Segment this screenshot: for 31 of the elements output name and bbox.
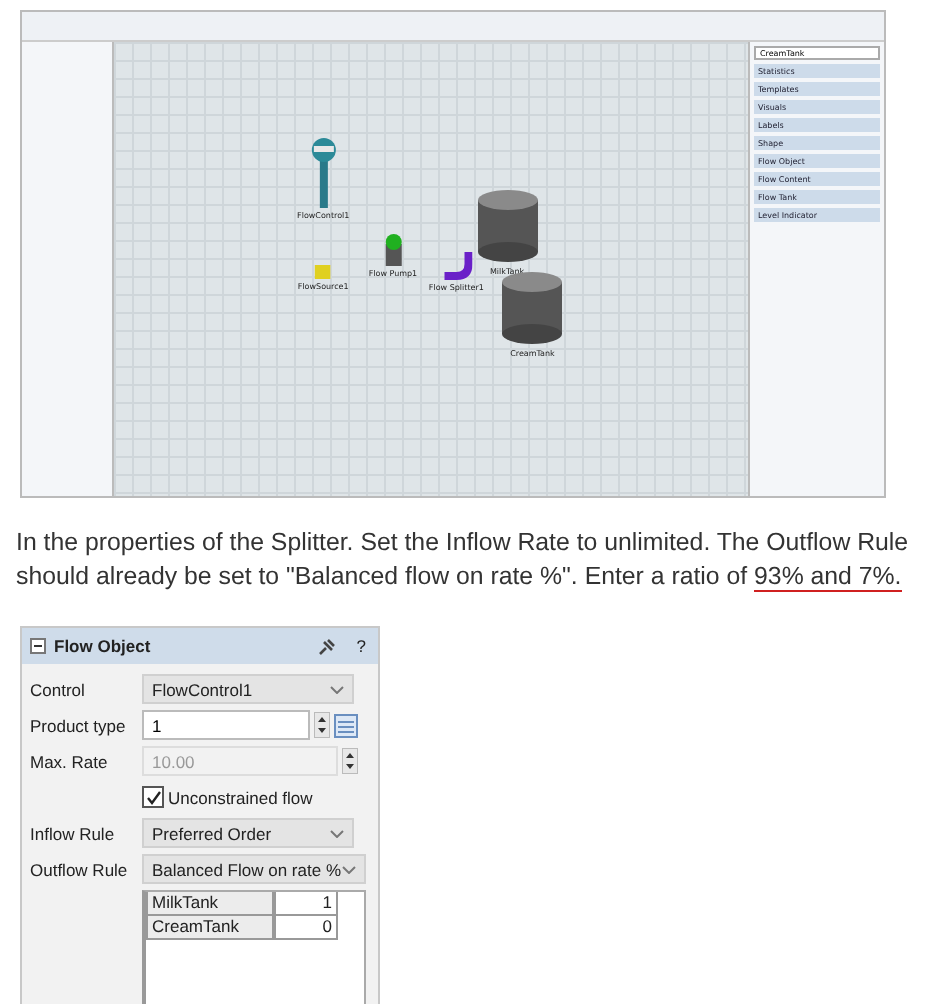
pump-icon <box>382 233 403 266</box>
checkbox[interactable] <box>142 786 164 808</box>
spinner-arrows-icon[interactable] <box>314 712 330 738</box>
splitter-pipe-icon <box>440 247 473 279</box>
chevron-down-icon <box>330 829 344 837</box>
collapse-icon[interactable] <box>30 638 46 654</box>
dropdown[interactable]: Balanced Flow on rate % <box>142 854 365 884</box>
table-cell[interactable]: 0 <box>274 916 338 940</box>
spinner-arrows-icon[interactable] <box>342 748 358 774</box>
number-field[interactable]: 1 <box>142 710 310 740</box>
pin-icon[interactable] <box>318 637 337 655</box>
dropdown[interactable]: Preferred Order <box>142 818 354 848</box>
tank-cylinder-icon <box>500 270 565 347</box>
table-cell: CreamTank <box>146 916 274 940</box>
table-cell: MilkTank <box>146 892 274 916</box>
field-label: Inflow Rule <box>30 823 117 843</box>
chevron-down-icon <box>330 685 344 693</box>
field-label: Max. Rate <box>30 751 110 771</box>
field-label: Control <box>30 679 87 699</box>
table-cell[interactable]: 1 <box>274 892 338 916</box>
panel-title: Flow Object <box>54 636 153 656</box>
instruction-text: In the properties of the Splitter. Set the Inflow Rate to unlimited. The Outflow Rule should already be set to "Balanced flow on rate %". Enter a ratio of 93% and 7%. <box>16 526 911 594</box>
field-label: Outflow Rule <box>30 859 130 879</box>
field-label: Product type <box>30 715 128 735</box>
tank-cylinder-icon <box>475 188 540 265</box>
flow-object-panel: Flow Object ? Control FlowControl1 Product type 1 Max. Rate 10.00 Unconstrained flow Inflow Rule Preferred Order Outflow Rule Balanced Flow on rate % MilkTank 1 CreamTank 0 <box>20 626 380 1004</box>
control-tower-icon <box>309 136 338 209</box>
source-cube-icon <box>315 265 332 280</box>
help-button[interactable]: ? <box>352 636 370 656</box>
dropdown[interactable]: FlowControl1 <box>142 674 354 704</box>
chevron-down-icon <box>341 865 355 873</box>
